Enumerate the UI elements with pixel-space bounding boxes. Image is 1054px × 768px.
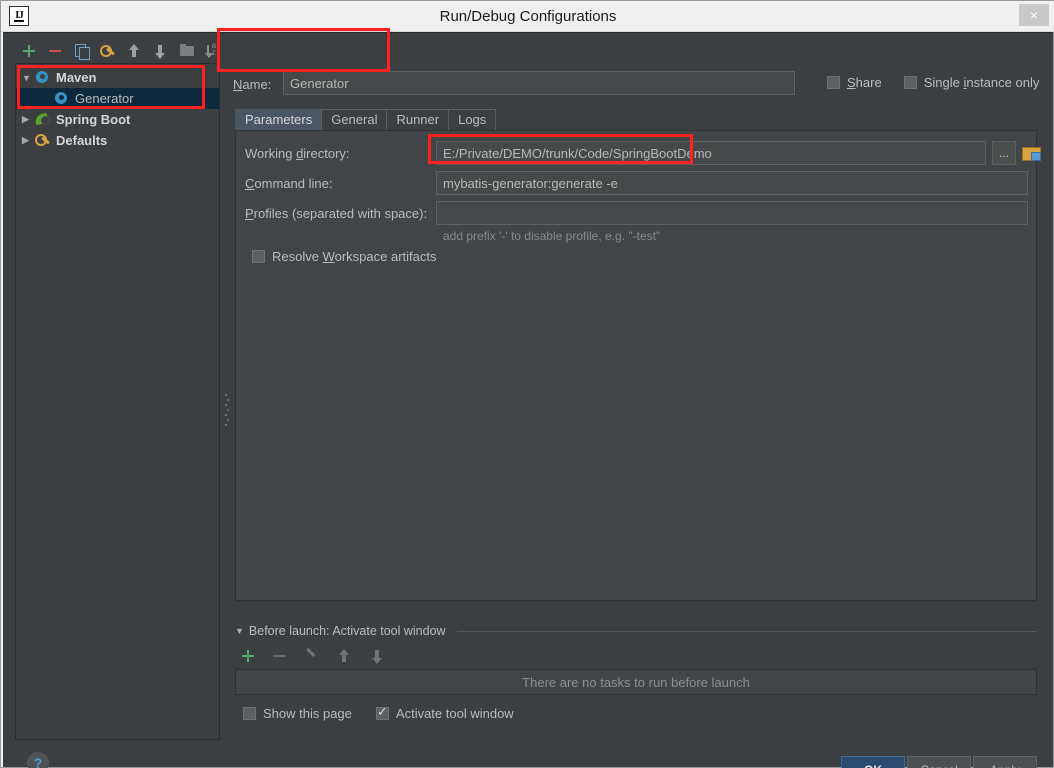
header-checkboxes: Share Single instance only [827,75,1039,90]
sort-alphabetically-button[interactable]: az [204,42,220,59]
working-directory-input[interactable] [436,141,986,165]
folder-open-icon[interactable] [1022,145,1041,161]
copy-configuration-button[interactable] [74,43,90,60]
single-instance-only-checkbox[interactable]: Single instance only [903,75,1040,90]
splitter-handle-icon[interactable] [225,394,229,432]
move-up-button[interactable] [126,43,141,59]
activate-tool-window-checkbox[interactable]: Activate tool window [375,704,514,721]
configurations-tree: ▼ Maven Generator ▶ Spring Boot ▶ Defaul… [16,64,219,151]
bottom-checkboxes: Show this page Activate tool window [243,704,514,721]
before-launch-toolbar [241,646,541,666]
ok-button[interactable]: OK [841,756,905,768]
help-icon[interactable]: ? [27,752,49,768]
cancel-button[interactable]: Cancel [907,756,971,768]
working-directory-browse-button[interactable]: ... [992,141,1016,165]
command-line-label: Command line: [245,175,333,191]
close-icon[interactable]: × [1019,4,1049,26]
single-instance-only-label: Single instance only [923,75,1040,90]
move-task-down-button[interactable] [369,648,385,664]
checkbox-box[interactable] [252,250,265,263]
configurations-toolbar: az [15,39,220,63]
tree-item-label: Defaults [56,133,108,148]
checkbox-box[interactable] [903,76,917,89]
tree-item-generator[interactable]: Generator [16,88,219,109]
dialog-body: az ▼ Maven Generator ▶ Spring Boot ▶ Def… [3,32,1053,768]
show-this-page-label: Show this page [263,706,352,721]
window-title: Run/Debug Configurations [439,8,617,25]
working-directory-label: Working directory: [245,145,350,161]
checkbox-box[interactable] [827,76,840,89]
empty-state-text: There are no tasks to run before launch [522,674,750,690]
chevron-down-icon[interactable]: ▼ [22,73,35,83]
activate-tool-window-label: Activate tool window [395,706,514,721]
share-checkbox[interactable]: Share [827,75,882,90]
parameters-tab-panel: Working directory: ... Command line: Pro… [235,130,1041,601]
add-configuration-button[interactable] [21,43,36,59]
configurations-sidebar: ▼ Maven Generator ▶ Spring Boot ▶ Defaul… [15,63,220,740]
tab-runner[interactable]: Runner [386,109,450,130]
footer-buttons: OK Cancel Apply [841,756,1037,768]
tree-item-defaults[interactable]: ▶ Defaults [16,130,219,151]
tab-general[interactable]: General [321,109,388,130]
share-label: Share [847,75,882,90]
titlebar: IJ Run/Debug Configurations × [1,1,1054,32]
chevron-down-icon[interactable]: ▼ [235,626,244,636]
checkbox-box[interactable] [375,704,389,720]
before-launch-header[interactable]: ▼ Before launch: Activate tool window [235,623,1037,639]
divider [456,630,1037,632]
name-input[interactable] [283,71,795,95]
create-folder-button[interactable] [179,43,194,59]
remove-configuration-button[interactable] [47,43,62,59]
chevron-right-icon[interactable]: ▶ [22,135,35,146]
tree-item-label: Spring Boot [56,112,131,127]
edit-templates-button[interactable] [99,43,115,59]
gear-icon [54,91,70,107]
chevron-right-icon[interactable]: ▶ [22,114,35,125]
tree-item-label: Generator [75,91,134,106]
remove-task-button[interactable] [272,649,286,663]
checkbox-box[interactable] [243,707,256,720]
run-debug-configurations-dialog: IJ Run/Debug Configurations × az ▼ Maven [0,0,1054,768]
profiles-label: Profiles (separated with space): [245,205,428,221]
tab-bar: Parameters General Runner Logs [235,109,1039,130]
profiles-input[interactable] [436,201,1028,225]
move-down-button[interactable] [152,43,167,59]
before-launch-title: Before launch: Activate tool window [248,624,446,638]
gear-icon [35,70,51,86]
command-line-input[interactable] [436,171,1028,195]
resolve-workspace-artifacts-label: Resolve Workspace artifacts [272,249,437,264]
command-line-row: Command line: [236,171,332,195]
move-task-up-button[interactable] [336,648,352,664]
tab-parameters[interactable]: Parameters [235,109,323,130]
tree-item-label: Maven [56,70,97,85]
name-label: Name: [233,76,272,92]
sidebar-splitter[interactable] [222,64,232,740]
resolve-workspace-artifacts-checkbox[interactable]: Resolve Workspace artifacts [252,249,437,264]
show-this-page-checkbox[interactable]: Show this page [243,706,352,721]
wrench-icon [35,133,51,149]
working-directory-row: Working directory: [236,141,350,165]
tree-item-maven[interactable]: ▼ Maven [16,67,219,88]
spring-leaf-icon [35,112,51,128]
profiles-hint: add prefix '-' to disable profile, e.g. … [443,229,661,243]
tab-logs[interactable]: Logs [448,109,497,130]
apply-button[interactable]: Apply [973,756,1037,768]
profiles-row: Profiles (separated with space): [236,201,427,225]
before-launch-task-list[interactable]: There are no tasks to run before launch [235,669,1037,695]
add-task-button[interactable] [241,649,255,663]
tree-item-spring-boot[interactable]: ▶ Spring Boot [16,109,219,130]
edit-task-button[interactable] [303,648,319,664]
